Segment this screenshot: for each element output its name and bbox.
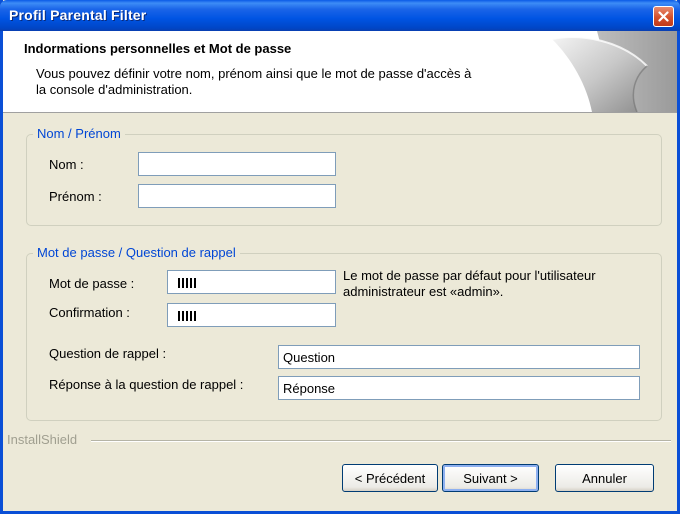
password-mask — [178, 278, 196, 288]
password-group-legend: Mot de passe / Question de rappel — [33, 245, 240, 260]
default-password-note: Le mot de passe par défaut pour l'utilis… — [343, 268, 596, 299]
nom-input[interactable] — [138, 152, 336, 176]
answer-input[interactable] — [278, 376, 640, 400]
confirmation-mask — [178, 311, 196, 321]
name-group-legend: Nom / Prénom — [33, 126, 125, 141]
next-button[interactable]: Suivant > — [442, 464, 539, 492]
cancel-button[interactable]: Annuler — [555, 464, 654, 492]
header-panel: Indormations personnelles et Mot de pass… — [3, 31, 677, 113]
password-label: Mot de passe : — [49, 276, 135, 291]
installer-window: Profil Parental Filter Indormations pers… — [0, 0, 680, 514]
question-label: Question de rappel : — [49, 346, 167, 361]
back-button[interactable]: < Précédent — [342, 464, 438, 492]
footer-divider — [91, 440, 671, 442]
name-groupbox: Nom / Prénom — [26, 126, 662, 226]
password-input[interactable] — [167, 270, 336, 294]
question-input[interactable] — [278, 345, 640, 369]
page-description: Vous pouvez définir votre nom, prénom ai… — [36, 66, 472, 97]
page-curl-graphic — [551, 31, 677, 112]
answer-label: Réponse à la question de rappel : — [49, 377, 244, 392]
confirmation-label: Confirmation : — [49, 305, 130, 320]
prenom-input[interactable] — [138, 184, 336, 208]
title-bar[interactable]: Profil Parental Filter — [0, 0, 680, 31]
window-title: Profil Parental Filter — [9, 7, 147, 23]
prenom-label: Prénom : — [49, 189, 102, 204]
close-icon — [658, 11, 669, 22]
installshield-brand: InstallShield — [7, 432, 78, 447]
close-button[interactable] — [653, 6, 674, 27]
page-title: Indormations personnelles et Mot de pass… — [24, 41, 292, 56]
nom-label: Nom : — [49, 157, 84, 172]
confirmation-input[interactable] — [167, 303, 336, 327]
